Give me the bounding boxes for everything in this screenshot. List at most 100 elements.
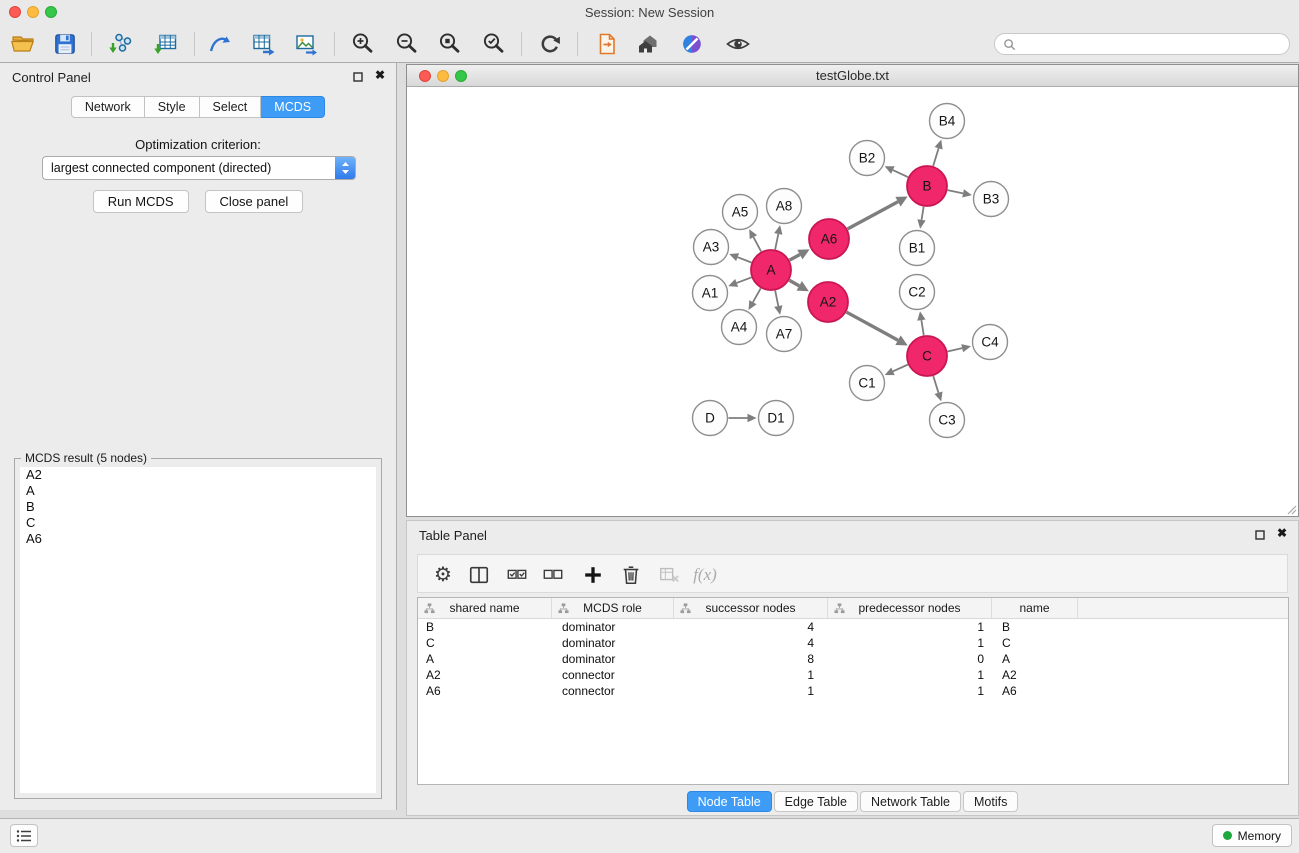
refresh-view-button[interactable] bbox=[533, 28, 567, 60]
graph-edge-C-C4[interactable] bbox=[947, 348, 962, 351]
table-panel-tabs: Node Table Edge Table Network Table Moti… bbox=[407, 791, 1298, 812]
graph-edge-arrow bbox=[748, 414, 757, 422]
network-graph[interactable]: B4B2BB3A5A8A6B1A3AC2A1A2A4A7C4CC1C3DD1 bbox=[407, 88, 1298, 517]
close-panel-action-button[interactable]: Close panel bbox=[205, 190, 304, 213]
import-table-button[interactable] bbox=[149, 28, 183, 60]
graph-edge-C-C3[interactable] bbox=[933, 376, 938, 393]
table-row[interactable]: A6 connector 1 1 A6 bbox=[418, 683, 1288, 699]
column-header-successor-nodes[interactable]: successor nodes bbox=[674, 598, 828, 618]
network-canvas[interactable]: B4B2BB3A5A8A6B1A3AC2A1A2A4A7C4CC1C3DD1 bbox=[407, 88, 1298, 516]
optimization-criterion-select[interactable]: largest connected component (directed) bbox=[42, 156, 356, 180]
dropdown-stepper[interactable] bbox=[335, 157, 355, 179]
float-table-panel-button[interactable] bbox=[1254, 529, 1266, 541]
run-mcds-button[interactable]: Run MCDS bbox=[93, 190, 189, 213]
deselect-all-button[interactable] bbox=[540, 562, 566, 588]
task-history-button[interactable] bbox=[10, 824, 38, 847]
export-image-button[interactable] bbox=[289, 28, 323, 60]
tab-style[interactable]: Style bbox=[145, 96, 200, 118]
graph-edge-B-B3[interactable] bbox=[948, 190, 963, 193]
mcds-result-list[interactable]: A2 A B C A6 bbox=[20, 467, 376, 793]
mcds-result-item[interactable]: A6 bbox=[20, 531, 376, 547]
save-session-button[interactable] bbox=[48, 28, 82, 60]
resize-grip-icon[interactable] bbox=[1285, 503, 1297, 515]
graph-edge-A-A8[interactable] bbox=[775, 234, 778, 249]
graph-node-label-B3: B3 bbox=[983, 192, 1000, 207]
zoom-fit-button[interactable] bbox=[433, 28, 467, 60]
graph-edge-B-B2[interactable] bbox=[893, 170, 908, 177]
close-table-panel-button[interactable]: ✖ bbox=[1277, 526, 1287, 540]
graph-edge-A6-B[interactable] bbox=[847, 202, 898, 229]
open-session-button[interactable] bbox=[6, 28, 40, 60]
table-panel-title: Table Panel bbox=[419, 528, 487, 543]
graph-edge-A-A6[interactable] bbox=[790, 255, 800, 261]
column-header-shared-name[interactable]: shared name bbox=[418, 598, 552, 618]
tab-motifs[interactable]: Motifs bbox=[963, 791, 1018, 812]
tab-node-table[interactable]: Node Table bbox=[687, 791, 772, 812]
graph-edge-arrow bbox=[728, 279, 738, 287]
toolbar-separator bbox=[521, 32, 522, 56]
column-header-predecessor-nodes[interactable]: predecessor nodes bbox=[828, 598, 992, 618]
table-settings-button[interactable]: ⚙ bbox=[430, 562, 456, 588]
table-row[interactable]: B dominator 4 1 B bbox=[418, 619, 1288, 635]
graph-edge-A-A5[interactable] bbox=[753, 237, 761, 251]
graph-edge-A-A4[interactable] bbox=[753, 288, 761, 302]
mcds-result-item[interactable]: C bbox=[20, 515, 376, 531]
graph-edge-A-A1[interactable] bbox=[737, 277, 752, 283]
show-columns-button[interactable] bbox=[466, 562, 492, 588]
graph-edge-A-A7[interactable] bbox=[775, 291, 778, 306]
zoom-selected-button[interactable] bbox=[477, 28, 511, 60]
column-type-icon bbox=[834, 603, 845, 614]
export-document-button[interactable] bbox=[590, 28, 624, 60]
tab-network[interactable]: Network bbox=[71, 96, 145, 118]
graph-node-label-B1: B1 bbox=[909, 241, 926, 256]
network-overview-button[interactable] bbox=[632, 28, 666, 60]
zoom-out-button[interactable] bbox=[390, 28, 424, 60]
tab-mcds[interactable]: MCDS bbox=[261, 96, 325, 118]
tab-network-table[interactable]: Network Table bbox=[860, 791, 961, 812]
graph-edge-A2-C[interactable] bbox=[846, 312, 898, 340]
zoom-in-button[interactable] bbox=[346, 28, 380, 60]
float-panel-button[interactable] bbox=[352, 71, 364, 83]
add-column-button[interactable] bbox=[580, 562, 606, 588]
export-network-button[interactable] bbox=[203, 28, 237, 60]
search-icon bbox=[1003, 38, 1016, 51]
trash-icon bbox=[620, 564, 642, 586]
table-row[interactable]: A dominator 8 0 A bbox=[418, 651, 1288, 667]
select-all-button[interactable] bbox=[504, 562, 530, 588]
float-icon bbox=[1255, 530, 1265, 540]
graph-edge-B-B1[interactable] bbox=[922, 207, 924, 220]
mcds-result-item[interactable]: A2 bbox=[20, 467, 376, 483]
mcds-result-item[interactable]: A bbox=[20, 483, 376, 499]
graph-edge-arrow bbox=[774, 225, 782, 235]
graph-edge-arrow bbox=[935, 140, 943, 150]
search-box bbox=[994, 33, 1290, 55]
graph-edge-A-A2[interactable] bbox=[789, 280, 799, 286]
delete-column-button[interactable] bbox=[618, 562, 644, 588]
tab-edge-table[interactable]: Edge Table bbox=[774, 791, 858, 812]
column-header-mcds-role[interactable]: MCDS role bbox=[552, 598, 674, 618]
graph-edge-C-C1[interactable] bbox=[893, 365, 908, 372]
network-window-titlebar: testGlobe.txt bbox=[407, 65, 1298, 87]
table-row[interactable]: C dominator 4 1 C bbox=[418, 635, 1288, 651]
close-panel-button[interactable]: ✖ bbox=[375, 68, 385, 82]
search-input[interactable] bbox=[1021, 37, 1289, 51]
graph-edge-B-B4[interactable] bbox=[933, 148, 938, 166]
graph-edge-A-A3[interactable] bbox=[738, 257, 752, 262]
import-network-button[interactable] bbox=[104, 28, 138, 60]
graph-node-label-A2: A2 bbox=[820, 295, 837, 310]
list-icon bbox=[16, 829, 32, 843]
style-paint-button[interactable] bbox=[675, 28, 709, 60]
mcds-result-item[interactable]: B bbox=[20, 499, 376, 515]
graphics-details-button[interactable] bbox=[721, 28, 755, 60]
column-header-name[interactable]: name bbox=[992, 598, 1078, 618]
selected-criterion: largest connected component (directed) bbox=[51, 161, 271, 175]
function-builder-button[interactable]: f(x) bbox=[692, 562, 718, 588]
graph-edge-C-C2[interactable] bbox=[921, 320, 923, 335]
export-table-button[interactable] bbox=[246, 28, 280, 60]
memory-button[interactable]: Memory bbox=[1212, 824, 1292, 847]
table-row[interactable]: A2 connector 1 1 A2 bbox=[418, 667, 1288, 683]
delete-table-button[interactable] bbox=[656, 562, 682, 588]
tab-select[interactable]: Select bbox=[200, 96, 262, 118]
status-bar: Memory bbox=[0, 818, 1299, 853]
mcds-result-title: MCDS result (5 nodes) bbox=[21, 451, 151, 465]
